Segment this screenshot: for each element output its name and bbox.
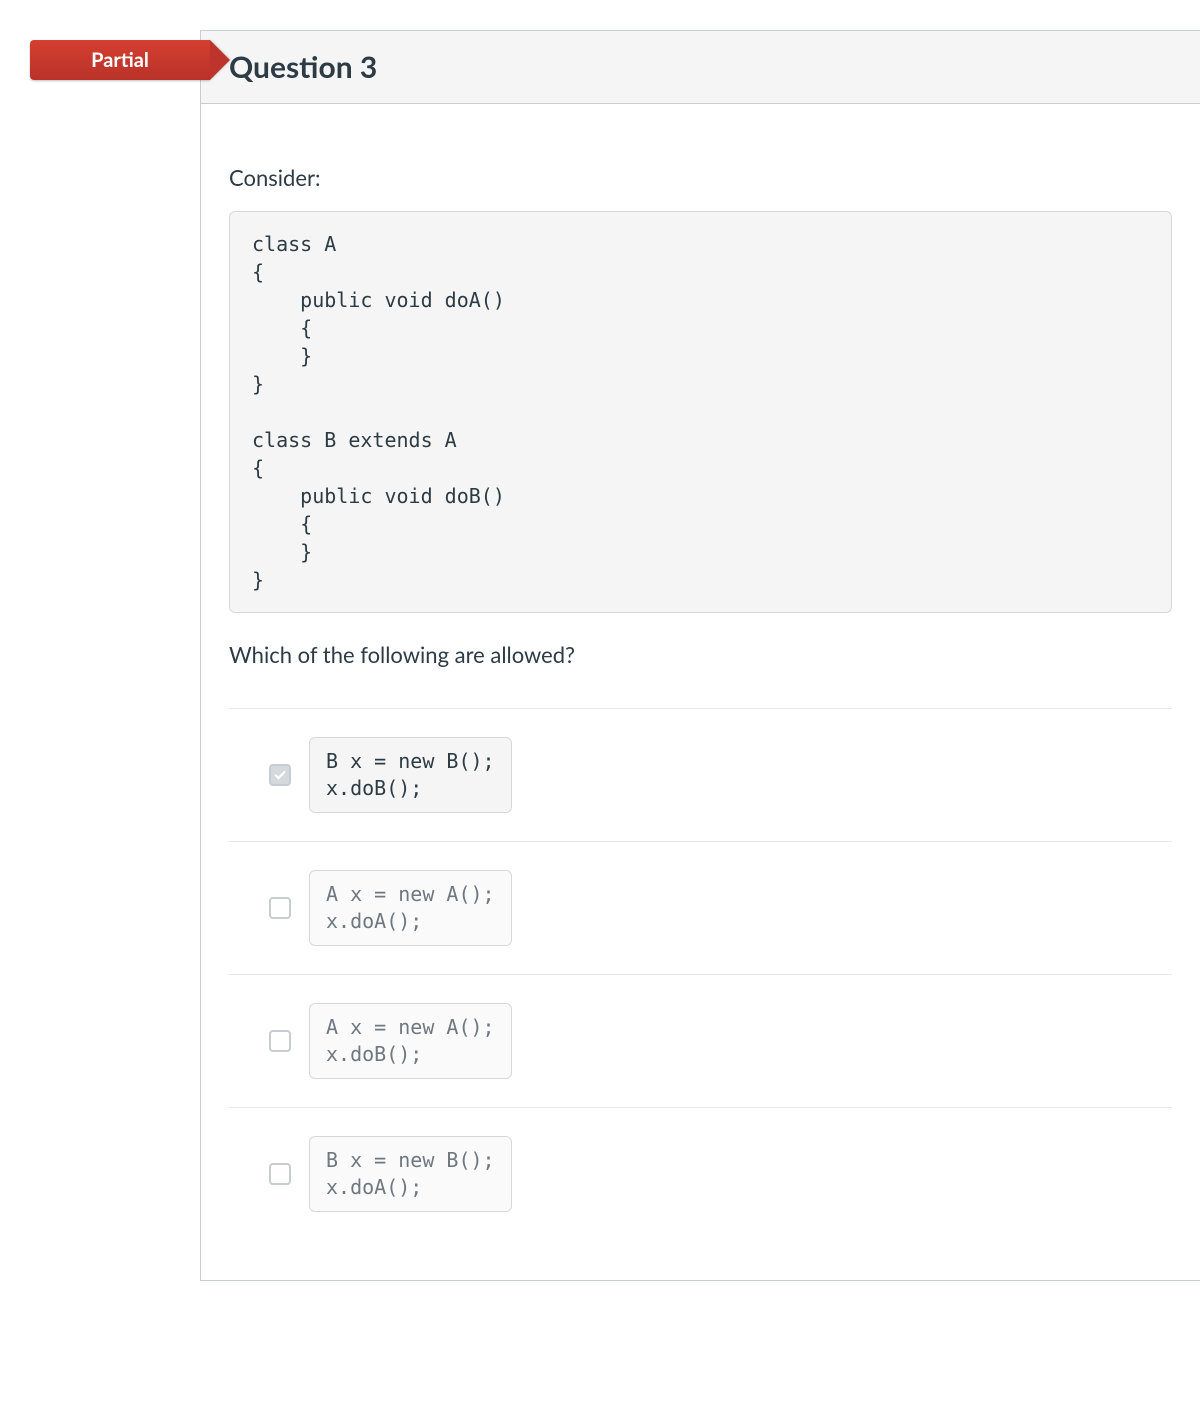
answer-code: A x = new A(); x.doB(); [309,1003,512,1079]
answer-row[interactable]: B x = new B(); x.doB(); [229,709,1172,842]
answers-list: B x = new B(); x.doB(); A x = new A(); x.… [229,708,1172,1240]
code-block: class A { public void doA() { } } class … [229,211,1172,613]
question-container: Question 3 Consider: class A { public vo… [200,30,1200,1281]
answer-code: A x = new A(); x.doA(); [309,870,512,946]
status-badge-label: Partial [91,48,149,72]
question-title: Question 3 [229,49,1172,85]
answer-checkbox[interactable] [269,1030,291,1052]
question-header: Question 3 [201,31,1200,104]
answer-row[interactable]: A x = new A(); x.doA(); [229,842,1172,975]
answer-row[interactable]: A x = new A(); x.doB(); [229,975,1172,1108]
question-body: Consider: class A { public void doA() { … [201,104,1200,1280]
answer-row[interactable]: B x = new B(); x.doA(); [229,1108,1172,1240]
check-icon [273,768,287,782]
prompt-question: Which of the following are allowed? [229,641,1172,668]
status-badge: Partial [30,40,210,80]
answer-code: B x = new B(); x.doA(); [309,1136,512,1212]
prompt-lead: Consider: [229,164,1172,191]
answer-checkbox[interactable] [269,897,291,919]
answer-checkbox[interactable] [269,764,291,786]
answer-checkbox[interactable] [269,1163,291,1185]
answer-code: B x = new B(); x.doB(); [309,737,512,813]
